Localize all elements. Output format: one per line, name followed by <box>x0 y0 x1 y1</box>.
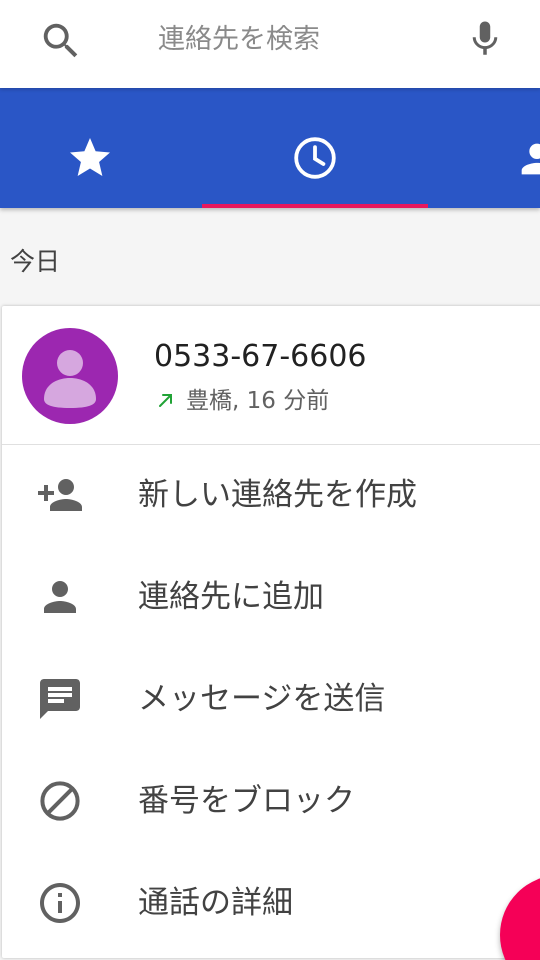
add-to-contact-label: 連絡先に追加 <box>138 579 324 615</box>
search-bar[interactable]: 連絡先を検索 <box>0 0 540 88</box>
send-message-button[interactable]: メッセージを送信 <box>2 648 540 750</box>
block-icon <box>40 781 80 821</box>
outgoing-call-arrow-icon <box>159 393 172 407</box>
call-location-time: 豊橋, 16 分前 <box>186 388 330 414</box>
call-log-card: 0533-67-6606 豊橋, 16 分前 新しい連絡先を作成 連絡先に追加 <box>2 306 540 958</box>
create-contact-button[interactable]: 新しい連絡先を作成 <box>2 444 540 546</box>
tab-favorites[interactable] <box>30 88 150 208</box>
star-icon <box>70 138 110 176</box>
clock-icon <box>294 137 336 179</box>
search-icon[interactable] <box>38 18 84 64</box>
person-icon <box>521 143 540 175</box>
selected-tab-indicator <box>202 204 428 208</box>
section-header-today: 今日 <box>10 247 61 276</box>
tab-recent[interactable] <box>200 88 430 208</box>
tab-contacts[interactable] <box>490 88 540 208</box>
person-add-icon <box>38 479 82 511</box>
avatar[interactable] <box>22 328 118 424</box>
block-number-label: 番号をブロック <box>138 783 355 819</box>
block-number-button[interactable]: 番号をブロック <box>2 750 540 852</box>
add-to-contact-button[interactable]: 連絡先に追加 <box>2 546 540 648</box>
tab-bar <box>0 88 540 208</box>
info-icon <box>40 883 80 923</box>
call-details-button[interactable]: 通話の詳細 <box>2 852 540 954</box>
call-meta: 豊橋, 16 分前 <box>154 384 329 418</box>
search-input[interactable]: 連絡先を検索 <box>158 20 320 60</box>
call-number: 0533-67-6606 <box>154 339 367 374</box>
default-contact-icon <box>44 350 96 408</box>
person-icon <box>44 581 76 613</box>
dialer-screen: 連絡先を検索 今日 0533-67-6606 豊橋, 16 分前 新しい連絡先を… <box>0 0 540 960</box>
message-icon <box>40 679 80 719</box>
call-details-label: 通話の詳細 <box>138 885 293 921</box>
call-log-entry[interactable]: 0533-67-6606 豊橋, 16 分前 <box>2 306 540 445</box>
create-contact-label: 新しい連絡先を作成 <box>138 477 417 513</box>
mic-icon[interactable] <box>464 16 506 62</box>
send-message-label: メッセージを送信 <box>138 681 386 717</box>
